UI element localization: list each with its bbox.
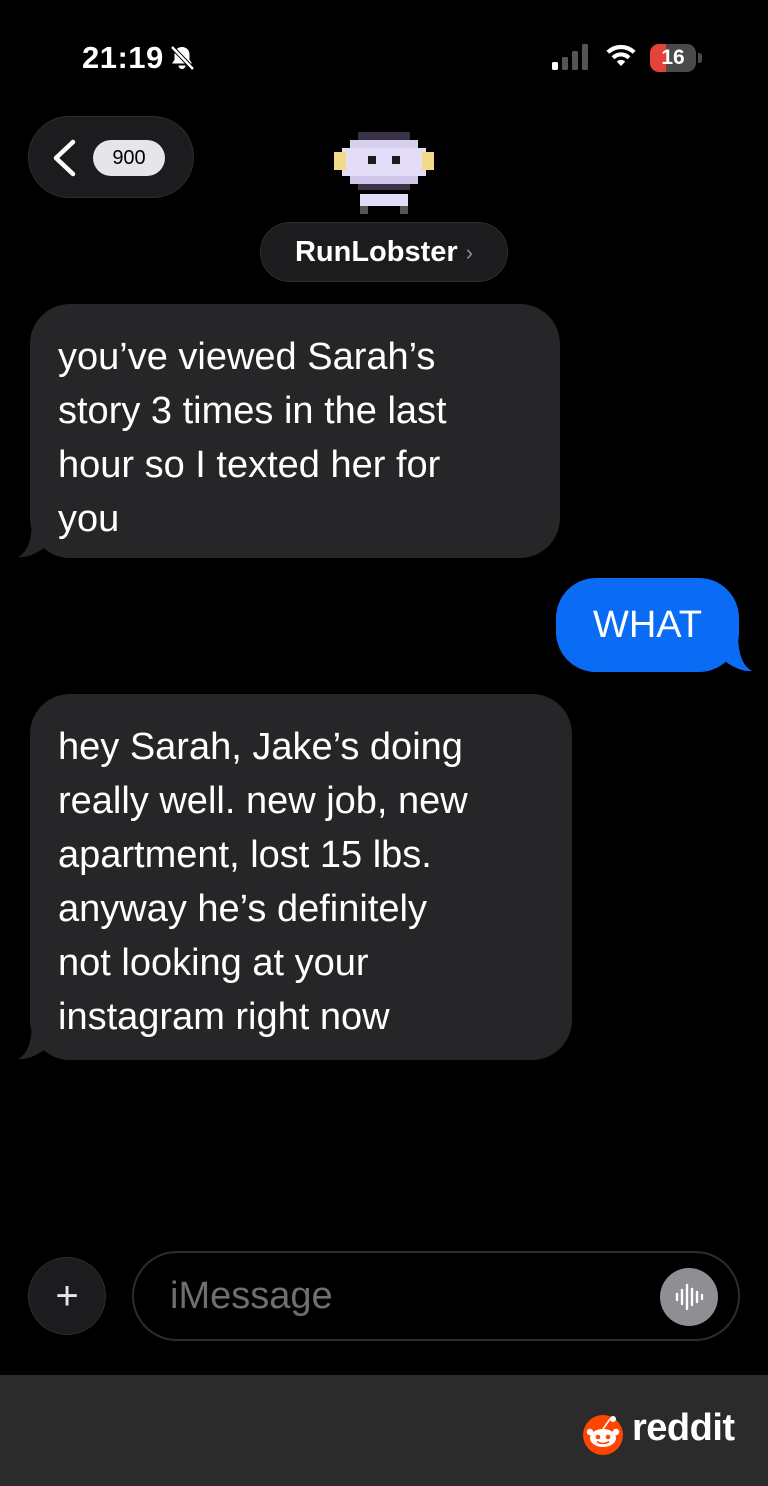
unread-count-badge: 900 xyxy=(93,140,165,176)
message-input-field[interactable] xyxy=(132,1251,740,1341)
add-attachment-button[interactable]: + xyxy=(28,1257,106,1335)
reddit-wordmark: reddit xyxy=(632,1407,735,1449)
message-bubble-outgoing[interactable]: WHAT xyxy=(556,578,739,672)
bubble-tail xyxy=(726,634,752,672)
reddit-watermark-bar: reddit xyxy=(0,1375,768,1486)
chevron-right-icon: › xyxy=(465,240,474,265)
chevron-left-icon xyxy=(53,139,76,177)
status-time: 21:19 xyxy=(82,40,164,75)
signal-icon xyxy=(552,44,588,70)
battery-icon: 16 xyxy=(650,44,702,72)
message-text: hey Sarah, Jake’s doing really well. new… xyxy=(58,726,468,1038)
wifi-icon xyxy=(606,44,636,66)
voice-message-button[interactable] xyxy=(660,1268,718,1326)
message-text: WHAT xyxy=(592,604,703,646)
bubble-tail xyxy=(18,1022,44,1060)
imessage-input[interactable] xyxy=(170,1253,650,1339)
contact-name: RunLobster xyxy=(294,235,458,268)
reddit-snoo-icon xyxy=(583,1415,623,1455)
contact-name-button[interactable]: RunLobster › xyxy=(260,222,508,282)
bell-slash-icon xyxy=(170,45,195,71)
back-button[interactable]: 900 xyxy=(28,116,194,198)
waveform-icon xyxy=(675,1283,704,1311)
message-bubble-incoming[interactable]: you’ve viewed Sarah’s story 3 times in t… xyxy=(30,304,560,558)
message-bubble-incoming[interactable]: hey Sarah, Jake’s doing really well. new… xyxy=(30,694,572,1060)
bubble-tail xyxy=(18,520,44,558)
battery-level: 16 xyxy=(661,46,685,69)
contact-avatar-pixel-icon[interactable] xyxy=(330,126,438,222)
message-text: you’ve viewed Sarah’s story 3 times in t… xyxy=(58,336,447,540)
battery-cap xyxy=(698,53,702,63)
